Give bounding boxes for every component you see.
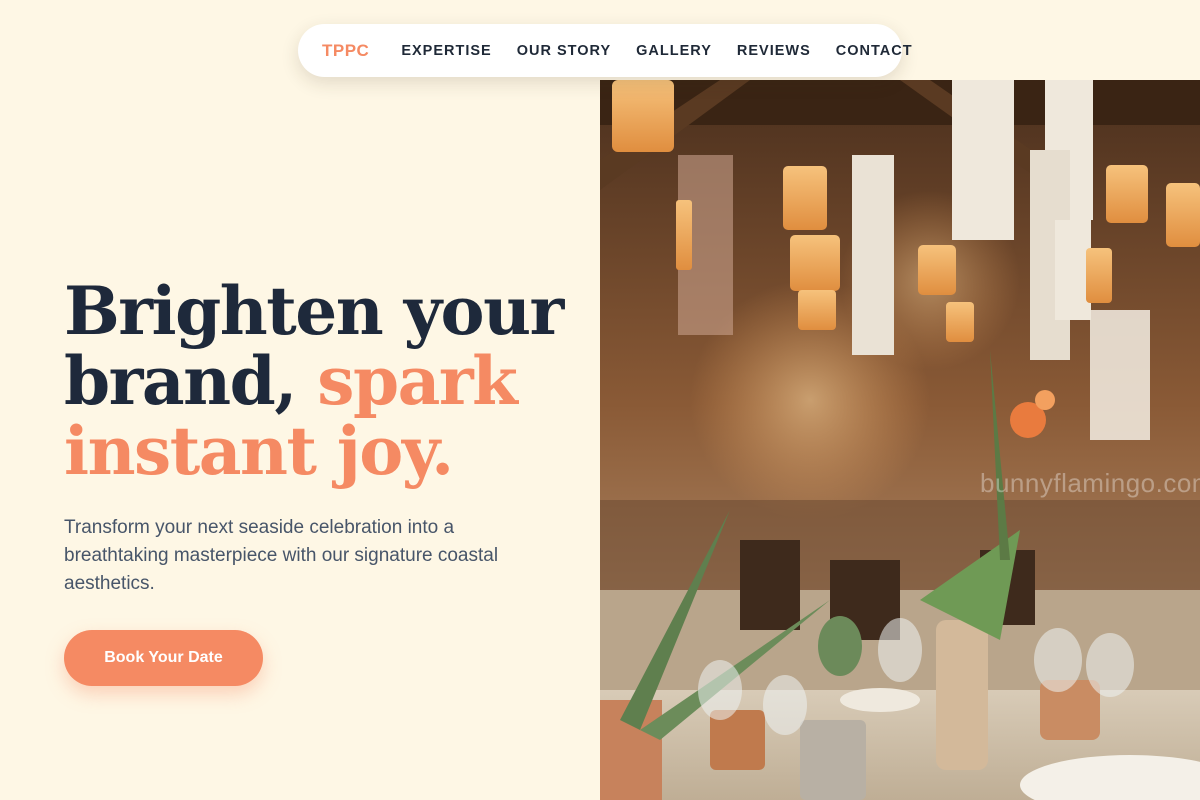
nav-link-gallery[interactable]: GALLERY — [636, 43, 712, 59]
event-venue-image — [600, 80, 1200, 800]
book-your-date-button[interactable]: Book Your Date — [64, 630, 263, 686]
nav-link-expertise[interactable]: EXPERTISE — [401, 43, 491, 59]
top-navigation: TPPC EXPERTISE OUR STORY GALLERY REVIEWS… — [298, 24, 912, 77]
nav-link-contact[interactable]: CONTACT — [836, 43, 913, 59]
nav-link-our-story[interactable]: OUR STORY — [517, 43, 611, 59]
hero-photo: bunnyflamingo.com — [600, 80, 1200, 800]
hero-headline: Brighten your brand, spark instant joy. — [64, 276, 584, 486]
hero-subtitle: Transform your next seaside celebration … — [64, 517, 499, 594]
watermark-text: bunnyflamingo.com — [980, 468, 1200, 498]
headline-accent: spark — [317, 342, 518, 420]
nav-link-reviews[interactable]: REVIEWS — [737, 43, 811, 59]
brand-logo[interactable]: TPPC — [322, 41, 369, 61]
headline-accent-line: instant joy. — [64, 412, 454, 490]
